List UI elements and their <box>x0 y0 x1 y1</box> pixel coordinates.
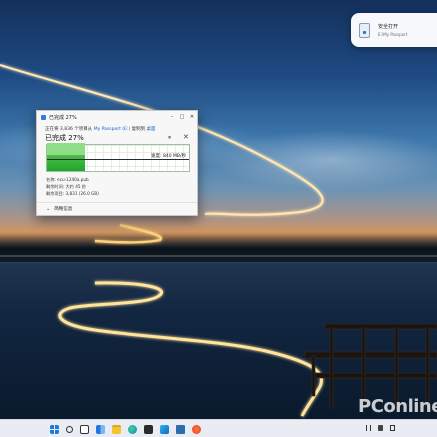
maximize-button[interactable]: □ <box>177 111 187 123</box>
speed-line <box>47 159 189 160</box>
file-name: 名称: ecu-1240a.pub <box>46 177 89 182</box>
system-tray <box>366 425 402 431</box>
copy-progress-dialog: 已完成 27% – □ ✕ 正在将 3,836 个项目从 My Passport… <box>36 110 198 216</box>
store-icon[interactable] <box>144 424 153 434</box>
dialog-title: 已完成 27% <box>49 114 77 121</box>
network-icon[interactable] <box>366 425 371 431</box>
watermark: PConline <box>358 396 437 417</box>
time-remaining: 剩余时间: 大约 45 秒 <box>46 184 87 189</box>
status-middle: 复制到 <box>131 127 146 132</box>
notification-title: 安全打开 <box>378 23 399 30</box>
transfer-speed-graph: 速度: 840 MB/秒 <box>46 143 190 172</box>
close-button[interactable]: ✕ <box>187 111 197 123</box>
search-icon[interactable] <box>66 425 73 433</box>
file-copy-icon <box>41 114 46 120</box>
copy-status-line: 正在将 3,836 个项目从 My Passport (E:) 复制到 桌面 <box>45 126 156 132</box>
taskbar <box>0 419 437 437</box>
usb-drive-icon <box>359 22 370 38</box>
chevron-down-icon: ⌄ <box>46 206 51 212</box>
taskbar-apps <box>50 423 208 435</box>
file-explorer-icon[interactable] <box>112 424 121 434</box>
divider <box>37 202 197 203</box>
dialog-titlebar[interactable]: 已完成 27% – □ ✕ <box>37 111 197 123</box>
progress-fill <box>47 143 86 171</box>
edge-icon[interactable] <box>128 424 137 434</box>
browser-icon[interactable] <box>192 424 201 434</box>
cancel-button[interactable]: ✕ <box>183 133 189 141</box>
speed-label: 速度: 840 MB/秒 <box>151 154 186 159</box>
items-remaining: 剩余项目: 3,831 (26.0 GB) <box>46 191 99 196</box>
source-link[interactable]: My Passport (E:) <box>94 127 130 132</box>
app-icon[interactable] <box>160 424 169 434</box>
less-details-label: 简略信息 <box>54 207 73 212</box>
vscode-icon[interactable] <box>176 424 185 434</box>
minimize-button[interactable]: – <box>167 111 177 123</box>
volume-icon[interactable] <box>378 425 383 431</box>
status-prefix: 正在将 3,836 个项目从 <box>45 127 93 132</box>
notification-subtitle: E:\My Passport <box>378 31 408 37</box>
start-icon[interactable] <box>50 424 59 434</box>
progress-heading: 已完成 27% <box>45 134 84 142</box>
autoplay-notification[interactable]: 安全打开 E:\My Passport <box>351 13 437 47</box>
destination-link[interactable]: 桌面 <box>147 127 156 132</box>
pause-button[interactable]: ⏸ <box>168 134 171 142</box>
task-view-icon[interactable] <box>80 424 89 434</box>
widgets-icon[interactable] <box>96 424 105 434</box>
battery-icon[interactable] <box>390 425 395 431</box>
less-details-toggle[interactable]: ⌄ 简略信息 <box>46 206 72 212</box>
